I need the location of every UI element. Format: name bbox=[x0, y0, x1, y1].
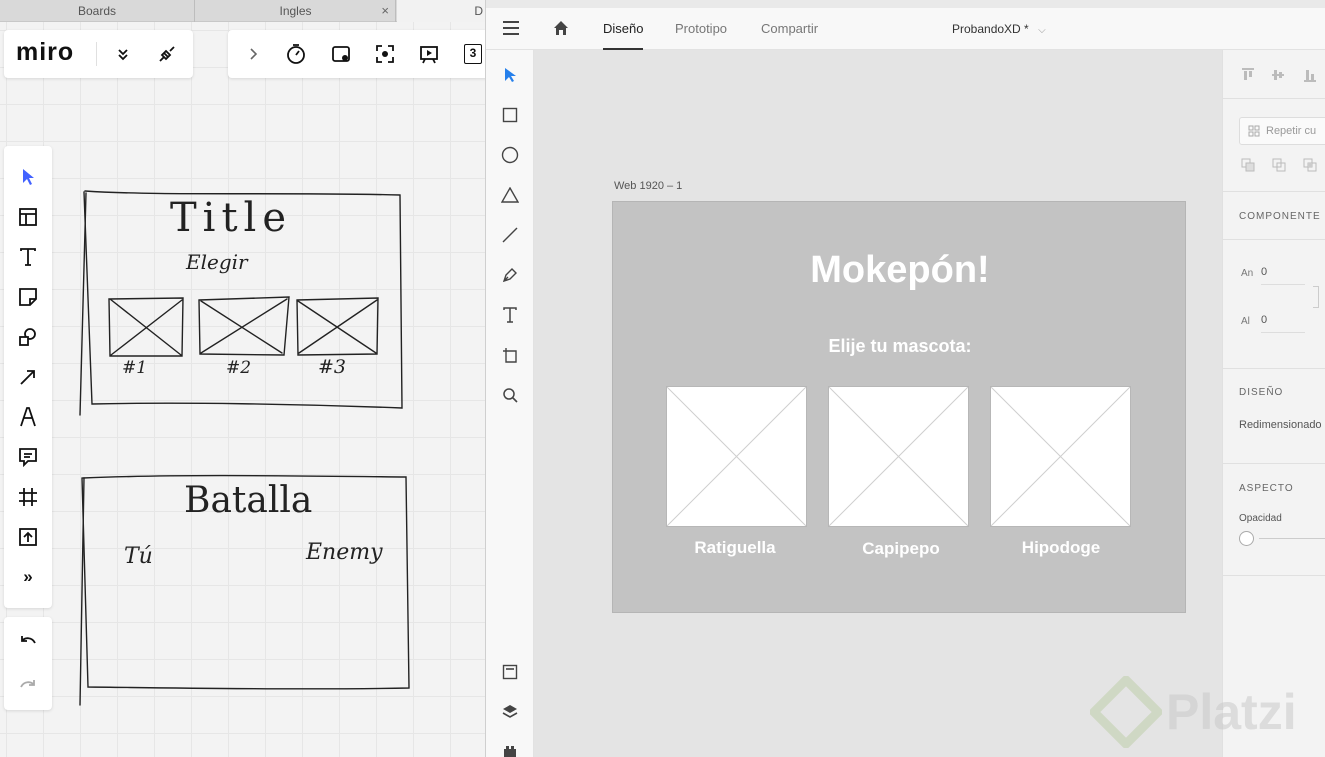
height-field[interactable]: 0 bbox=[1261, 311, 1305, 333]
xd-window: Diseño Prototipo Compartir ProbandoXD * … bbox=[485, 0, 1325, 757]
divider bbox=[1223, 239, 1325, 240]
opacity-slider-track[interactable] bbox=[1259, 538, 1325, 539]
pen-tool-icon[interactable] bbox=[498, 263, 522, 287]
text-tool-icon[interactable] bbox=[498, 303, 522, 327]
sketch-drawing bbox=[79, 190, 410, 706]
window-strip bbox=[486, 0, 1325, 8]
sketch-battle-title: Batalla bbox=[184, 480, 313, 521]
image-placeholder-icon bbox=[829, 387, 968, 526]
rectangle-tool-icon[interactable] bbox=[498, 103, 522, 127]
artboard-subtitle[interactable]: Elije tu mascota: bbox=[613, 336, 1187, 357]
sketch-label-2: #2 bbox=[226, 358, 252, 378]
opacity-slider-thumb[interactable] bbox=[1239, 531, 1254, 546]
align-bottom-icon[interactable] bbox=[1303, 68, 1317, 87]
image-placeholder-icon bbox=[991, 387, 1130, 526]
sketch-you: Tú bbox=[124, 544, 153, 569]
assets-panel-icon[interactable] bbox=[498, 660, 522, 684]
align-middle-icon[interactable] bbox=[1271, 68, 1285, 87]
ellipse-tool-icon[interactable] bbox=[498, 143, 522, 167]
polygon-tool-icon[interactable] bbox=[498, 183, 522, 207]
divider bbox=[1223, 368, 1325, 369]
zoom-tool-icon[interactable] bbox=[498, 383, 522, 407]
boolean-subtract-icon[interactable] bbox=[1272, 158, 1286, 177]
pet-image-placeholder-3[interactable] bbox=[990, 386, 1131, 527]
artboard-label[interactable]: Web 1920 – 1 bbox=[614, 180, 682, 192]
layers-panel-icon[interactable] bbox=[498, 700, 522, 724]
line-tool-icon[interactable] bbox=[498, 223, 522, 247]
pet-name-2[interactable]: Capipepo bbox=[811, 539, 991, 559]
xd-top-bar: Diseño Prototipo Compartir ProbandoXD * … bbox=[486, 8, 1325, 50]
select-tool-icon[interactable] bbox=[498, 63, 522, 87]
document-name: ProbandoXD * bbox=[952, 22, 1029, 36]
platzi-logo-icon bbox=[1090, 676, 1162, 748]
chevron-down-icon: ⌵ bbox=[1038, 25, 1046, 36]
sketch-label-3: #3 bbox=[318, 356, 347, 378]
artboard-tool-icon[interactable] bbox=[498, 343, 522, 367]
plugins-panel-icon[interactable] bbox=[498, 740, 522, 757]
document-title[interactable]: ProbandoXD * ⌵ bbox=[952, 8, 1046, 50]
width-label: An bbox=[1241, 268, 1254, 279]
sketch-enemy: Enemy bbox=[306, 540, 383, 565]
artboard[interactable]: Mokepón! Elije tu mascota: Ratiguella Ca… bbox=[612, 201, 1186, 613]
section-componente: COMPONENTE bbox=[1239, 211, 1321, 222]
tab-compartir[interactable]: Compartir bbox=[761, 8, 818, 50]
tab-prototipo[interactable]: Prototipo bbox=[675, 8, 727, 50]
opacity-label: Opacidad bbox=[1239, 513, 1282, 524]
section-aspecto: ASPECTO bbox=[1239, 483, 1294, 494]
boolean-intersect-icon[interactable] bbox=[1303, 158, 1317, 177]
pet-image-placeholder-1[interactable] bbox=[666, 386, 807, 527]
height-label: Al bbox=[1241, 316, 1250, 327]
section-diseno: DISEÑO bbox=[1239, 387, 1284, 398]
artboard-title[interactable]: Mokepón! bbox=[613, 249, 1187, 292]
sketch-title: Title bbox=[170, 195, 293, 241]
repeat-grid-button[interactable]: Repetir cu bbox=[1239, 117, 1325, 145]
resize-label[interactable]: Redimensionado bbox=[1239, 419, 1322, 431]
divider bbox=[1223, 463, 1325, 464]
platzi-watermark: Platzi bbox=[1166, 684, 1297, 740]
aspect-lock-icon[interactable] bbox=[1313, 286, 1319, 308]
pet-name-3[interactable]: Hipodoge bbox=[971, 538, 1151, 558]
align-top-icon[interactable] bbox=[1241, 68, 1255, 87]
height-value: 0 bbox=[1261, 314, 1268, 326]
property-inspector: Repetir cu COMPONENTE An 0 Al 0 DISEÑO R… bbox=[1222, 50, 1325, 757]
miro-window: Boards Ingles × D miro 3 » Title Elegir … bbox=[0, 0, 485, 757]
repeat-grid-icon bbox=[1248, 124, 1260, 142]
pet-image-placeholder-2[interactable] bbox=[828, 386, 969, 527]
sketch-subtitle: Elegir bbox=[186, 250, 248, 274]
repeat-grid-label: Repetir cu bbox=[1266, 125, 1317, 137]
hamburger-menu-icon[interactable] bbox=[502, 20, 520, 41]
image-placeholder-icon bbox=[667, 387, 806, 526]
home-icon[interactable] bbox=[552, 19, 570, 42]
sketch-label-1: #1 bbox=[122, 358, 148, 378]
width-value: 0 bbox=[1261, 266, 1268, 278]
divider bbox=[1223, 575, 1325, 576]
pet-name-1[interactable]: Ratiguella bbox=[645, 538, 825, 558]
divider bbox=[1223, 98, 1325, 99]
xd-tools-panel bbox=[486, 50, 534, 757]
divider bbox=[1223, 191, 1325, 192]
boolean-add-icon[interactable] bbox=[1241, 158, 1255, 177]
width-field[interactable]: 0 bbox=[1261, 263, 1305, 285]
tab-diseno[interactable]: Diseño bbox=[603, 8, 644, 50]
